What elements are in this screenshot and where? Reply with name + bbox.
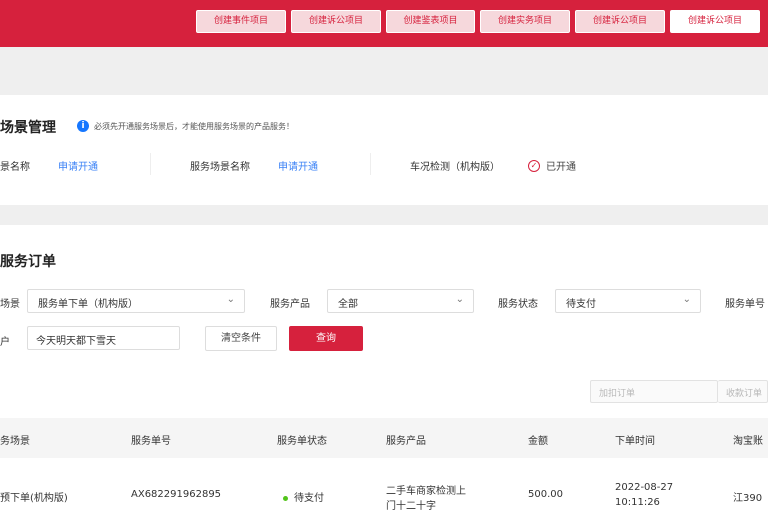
create-project-button-1[interactable]: 创建事件项目 [196, 10, 286, 33]
scene-filter-label: 场景 [0, 299, 20, 310]
customer-input[interactable]: 今天明天都下雪天 [27, 326, 180, 350]
clear-conditions-button[interactable]: 清空条件 [205, 326, 277, 351]
cell-order-time: 10:11:26 [615, 497, 660, 508]
cell-scene: 预下单(机构版) [0, 493, 68, 504]
product-select[interactable]: 全部 ⌄ [327, 289, 474, 313]
chevron-down-icon: ⌄ [682, 294, 691, 305]
col-header-order-time: 下单时间 [615, 436, 655, 447]
cell-product-line-2: 门十二十字 [386, 501, 436, 510]
search-button[interactable]: 查询 [289, 326, 363, 351]
chevron-down-icon: ⌄ [455, 294, 464, 305]
customer-input-value: 今天明天都下雪天 [36, 336, 116, 347]
order-search-input-1[interactable]: 加扣订单 [590, 380, 718, 403]
check-circle-icon: ✓ [528, 159, 540, 172]
scene-notice: i 必须先开通服务场景后，才能使用服务场景的产品服务！ [77, 119, 294, 133]
create-project-button-2[interactable]: 创建诉公项目 [291, 10, 381, 33]
cell-status-text: 待支付 [294, 493, 324, 504]
create-project-button-5[interactable]: 创建诉公项目 [575, 10, 665, 33]
divider [150, 153, 151, 175]
chevron-down-icon: ⌄ [226, 294, 235, 305]
apply-open-link-1[interactable]: 申请开通 [58, 158, 98, 173]
apply-open-link-2[interactable]: 申请开通 [278, 158, 318, 173]
status-dot-icon [283, 495, 288, 501]
cell-amount: 500.00 [528, 489, 563, 500]
opened-status: ✓ 已开通 [528, 158, 576, 173]
status-filter-label: 服务状态 [498, 299, 538, 310]
product-filter-label: 服务产品 [270, 299, 310, 310]
cell-order-date: 2022-08-27 [615, 482, 674, 493]
service-orders-panel [0, 225, 768, 510]
scene-select-value: 服务单下单（机构版） [38, 299, 138, 310]
top-header-bar: 创建事件项目 创建诉公项目 创建鉴表项目 创建实务项目 创建诉公项目 创建诉公项… [0, 0, 768, 47]
opened-status-text: 已开通 [546, 162, 576, 173]
status-select-value: 待支付 [566, 299, 596, 310]
col-header-product: 服务产品 [386, 436, 426, 447]
create-project-button-3[interactable]: 创建鉴表项目 [386, 10, 475, 33]
order-search-input-2[interactable]: 收款订单 [718, 380, 768, 403]
vehicle-inspection-label: 车况检测（机构版） [410, 162, 500, 173]
service-scene-name-label: 服务场景名称 [190, 162, 250, 173]
notice-text: 必须先开通服务场景后，才能使用服务场景的产品服务！ [94, 121, 294, 131]
cell-status: 待支付 [283, 489, 324, 504]
col-header-order-no: 服务单号 [131, 436, 171, 447]
order-search-placeholder-1: 加扣订单 [599, 389, 636, 399]
order-search-placeholder-2: 收款订单 [726, 389, 763, 399]
scene-management-panel [0, 95, 768, 205]
scene-management-title: 场景管理 [0, 120, 56, 136]
order-no-filter-label: 服务单号 [725, 299, 765, 310]
create-project-button-4[interactable]: 创建实务项目 [480, 10, 570, 33]
info-icon: i [77, 120, 89, 132]
divider [370, 153, 371, 175]
col-header-taobao-account: 淘宝账 [733, 436, 763, 447]
scene-name-label: 景名称 [0, 162, 30, 173]
cell-order-no: AX682291962895 [131, 489, 222, 500]
cell-product-line-1: 二手车商家检测上 [386, 486, 466, 497]
customer-filter-label: 户 [0, 337, 10, 348]
scene-select[interactable]: 服务单下单（机构版） ⌄ [27, 289, 245, 313]
col-header-status: 服务单状态 [277, 436, 327, 447]
status-select[interactable]: 待支付 ⌄ [555, 289, 701, 313]
product-select-value: 全部 [338, 299, 358, 310]
col-header-amount: 金额 [528, 436, 548, 447]
col-header-scene: 务场景 [0, 436, 30, 447]
create-project-button-6[interactable]: 创建诉公项目 [670, 10, 760, 33]
cell-taobao-account: 江390 [733, 493, 763, 504]
service-orders-title: 服务订单 [0, 254, 56, 270]
